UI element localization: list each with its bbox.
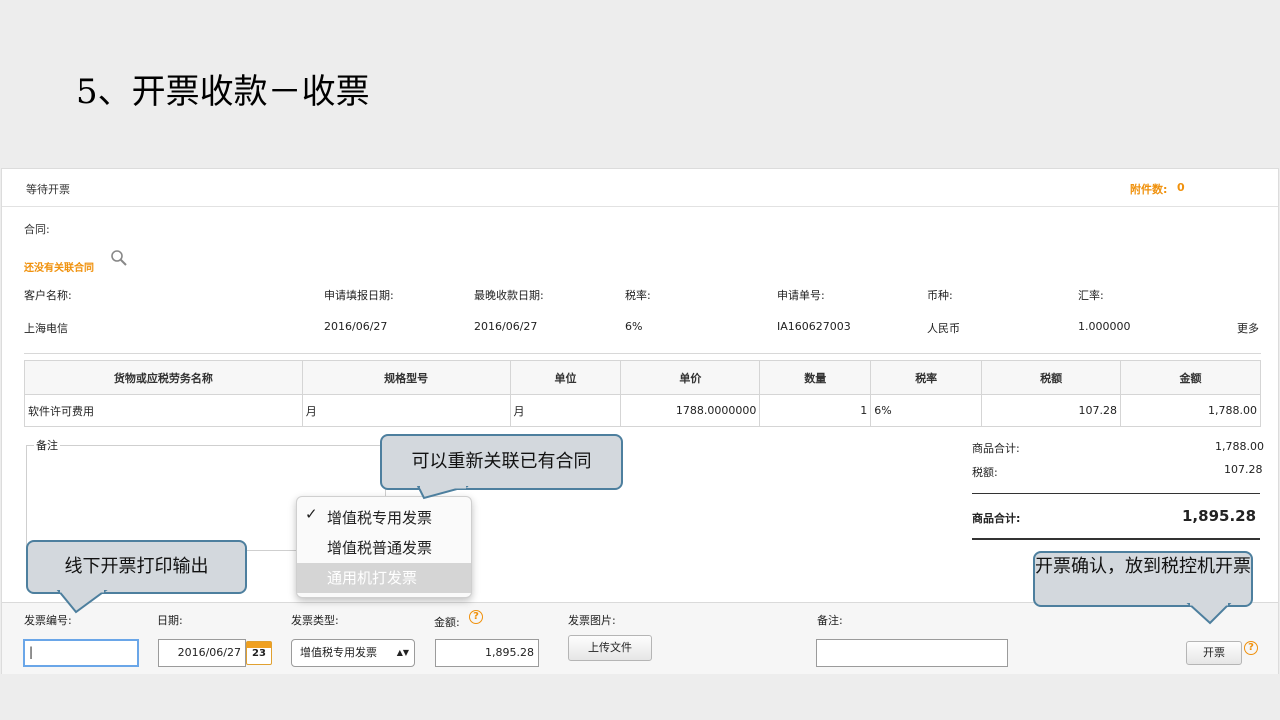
cell-qty: 1 (759, 394, 872, 427)
attachments-count[interactable]: 0 (1177, 181, 1185, 194)
date-label: 日期: (157, 614, 183, 627)
col-header-amount: 金额 (1120, 360, 1261, 395)
calendar-day: 23 (252, 648, 266, 659)
col-header-price: 单价 (620, 360, 761, 395)
invoice-image-label: 发票图片: (568, 614, 616, 627)
cell-amount: 1,788.00 (1120, 394, 1261, 427)
currency-label: 币种: (927, 289, 953, 302)
latest-date-label: 最晚收款日期: (474, 289, 544, 302)
col-header-item: 货物或应税劳务名称 (24, 360, 303, 395)
help-icon[interactable]: ? (469, 610, 483, 624)
table-header-row: 货物或应税劳务名称 规格型号 单位 单价 数量 税率 税额 金额 (24, 360, 1261, 395)
slide-title: 5、开票收款－收票 (76, 72, 370, 112)
invoice-type-select[interactable]: 增值税专用发票 ▲▼ (291, 639, 415, 667)
status-label: 等待开票 (26, 183, 70, 196)
note-input[interactable] (816, 639, 1008, 667)
invoice-type-menu: ✓ 增值税专用发票 增值税普通发票 通用机打发票 (296, 496, 472, 598)
no-contract-link[interactable]: 还没有关联合同 (24, 259, 94, 274)
customer-value: 上海电信 (24, 322, 68, 335)
issue-invoice-button[interactable]: 开票 (1186, 641, 1242, 665)
remarks-label: 备注 (34, 437, 60, 453)
callout-offline-print: 线下开票打印输出 (26, 540, 247, 594)
tax-sum-label: 税额: (972, 466, 998, 479)
amount-label: 金额: (434, 616, 460, 629)
attachments-label: 附件数: (1130, 183, 1168, 196)
exchange-rate-label: 汇率: (1078, 289, 1104, 302)
callout-relink-tail (416, 486, 469, 500)
menu-item-special-vat[interactable]: 增值税专用发票 (297, 503, 471, 533)
exchange-rate-value: 1.000000 (1078, 320, 1131, 333)
tax-rate-value: 6% (625, 320, 643, 333)
apply-no-label: 申请单号: (777, 289, 825, 302)
subtotal-value: 1,788.00 (1215, 440, 1264, 453)
invoice-no-input[interactable]: | (23, 639, 139, 667)
note-label: 备注: (817, 614, 843, 627)
cell-rate: 6% (870, 394, 983, 427)
search-icon[interactable] (110, 249, 128, 267)
tax-rate-label: 税率: (625, 289, 651, 302)
callout-confirm-tail (1186, 603, 1232, 625)
cell-item: 软件许可费用 (24, 394, 303, 427)
menu-item-general-vat[interactable]: 增值税普通发票 (297, 533, 471, 563)
customer-label: 客户名称: (24, 289, 72, 302)
tax-sum-value: 107.28 (1224, 463, 1263, 476)
invoice-type-label: 发票类型: (291, 614, 339, 627)
total-underline (972, 538, 1260, 540)
contract-label: 合同: (24, 223, 50, 236)
col-header-qty: 数量 (759, 360, 872, 395)
callout-relink: 可以重新关联已有合同 (380, 434, 623, 490)
menu-item-machine-invoice[interactable]: 通用机打发票 (297, 563, 471, 593)
callout-confirm: 开票确认，放到税控机开票 (1033, 551, 1253, 607)
amount-input[interactable]: 1,895.28 (435, 639, 539, 667)
select-arrows-icon: ▲▼ (396, 648, 409, 657)
col-header-unit: 单位 (509, 360, 622, 395)
apply-date-label: 申请填报日期: (324, 289, 394, 302)
date-input[interactable]: 2016/06/27 (158, 639, 246, 667)
calendar-icon[interactable]: 23 (246, 641, 272, 665)
apply-date-value: 2016/06/27 (324, 320, 388, 333)
cell-price: 1788.0000000 (620, 394, 761, 427)
summary-divider (972, 493, 1260, 494)
col-header-spec: 规格型号 (301, 360, 511, 395)
total-value: 1,895.28 (1182, 507, 1257, 525)
more-link[interactable]: 更多 (1237, 320, 1259, 336)
issue-help-icon[interactable]: ? (1244, 641, 1258, 655)
cell-spec: 月 (301, 394, 511, 427)
callout-offline-print-tail (56, 590, 108, 614)
goods-table: 货物或应税劳务名称 规格型号 单位 单价 数量 税率 税额 金额 软件许可费用 … (24, 360, 1261, 427)
table-row: 软件许可费用 月 月 1788.0000000 1 6% 107.28 1,78… (24, 394, 1261, 427)
latest-date-value: 2016/06/27 (474, 320, 538, 333)
invoice-form: 发票编号: | 日期: 2016/06/27 23 发票类型: 增值税专用发票 … (2, 602, 1278, 674)
cell-unit: 月 (509, 394, 622, 427)
divider (24, 353, 1261, 354)
cell-tax: 107.28 (981, 394, 1122, 427)
panel-header: 等待开票 附件数: 0 (2, 169, 1278, 207)
currency-value: 人民币 (927, 322, 960, 335)
apply-no-value: IA160627003 (777, 320, 851, 333)
total-label: 商品合计: (972, 512, 1021, 525)
col-header-tax: 税额 (981, 360, 1122, 395)
subtotal-label: 商品合计: (972, 442, 1020, 455)
invoice-no-label: 发票编号: (24, 614, 72, 627)
upload-button[interactable]: 上传文件 (568, 635, 652, 661)
col-header-rate: 税率 (870, 360, 983, 395)
invoice-type-value: 增值税专用发票 (300, 646, 377, 659)
